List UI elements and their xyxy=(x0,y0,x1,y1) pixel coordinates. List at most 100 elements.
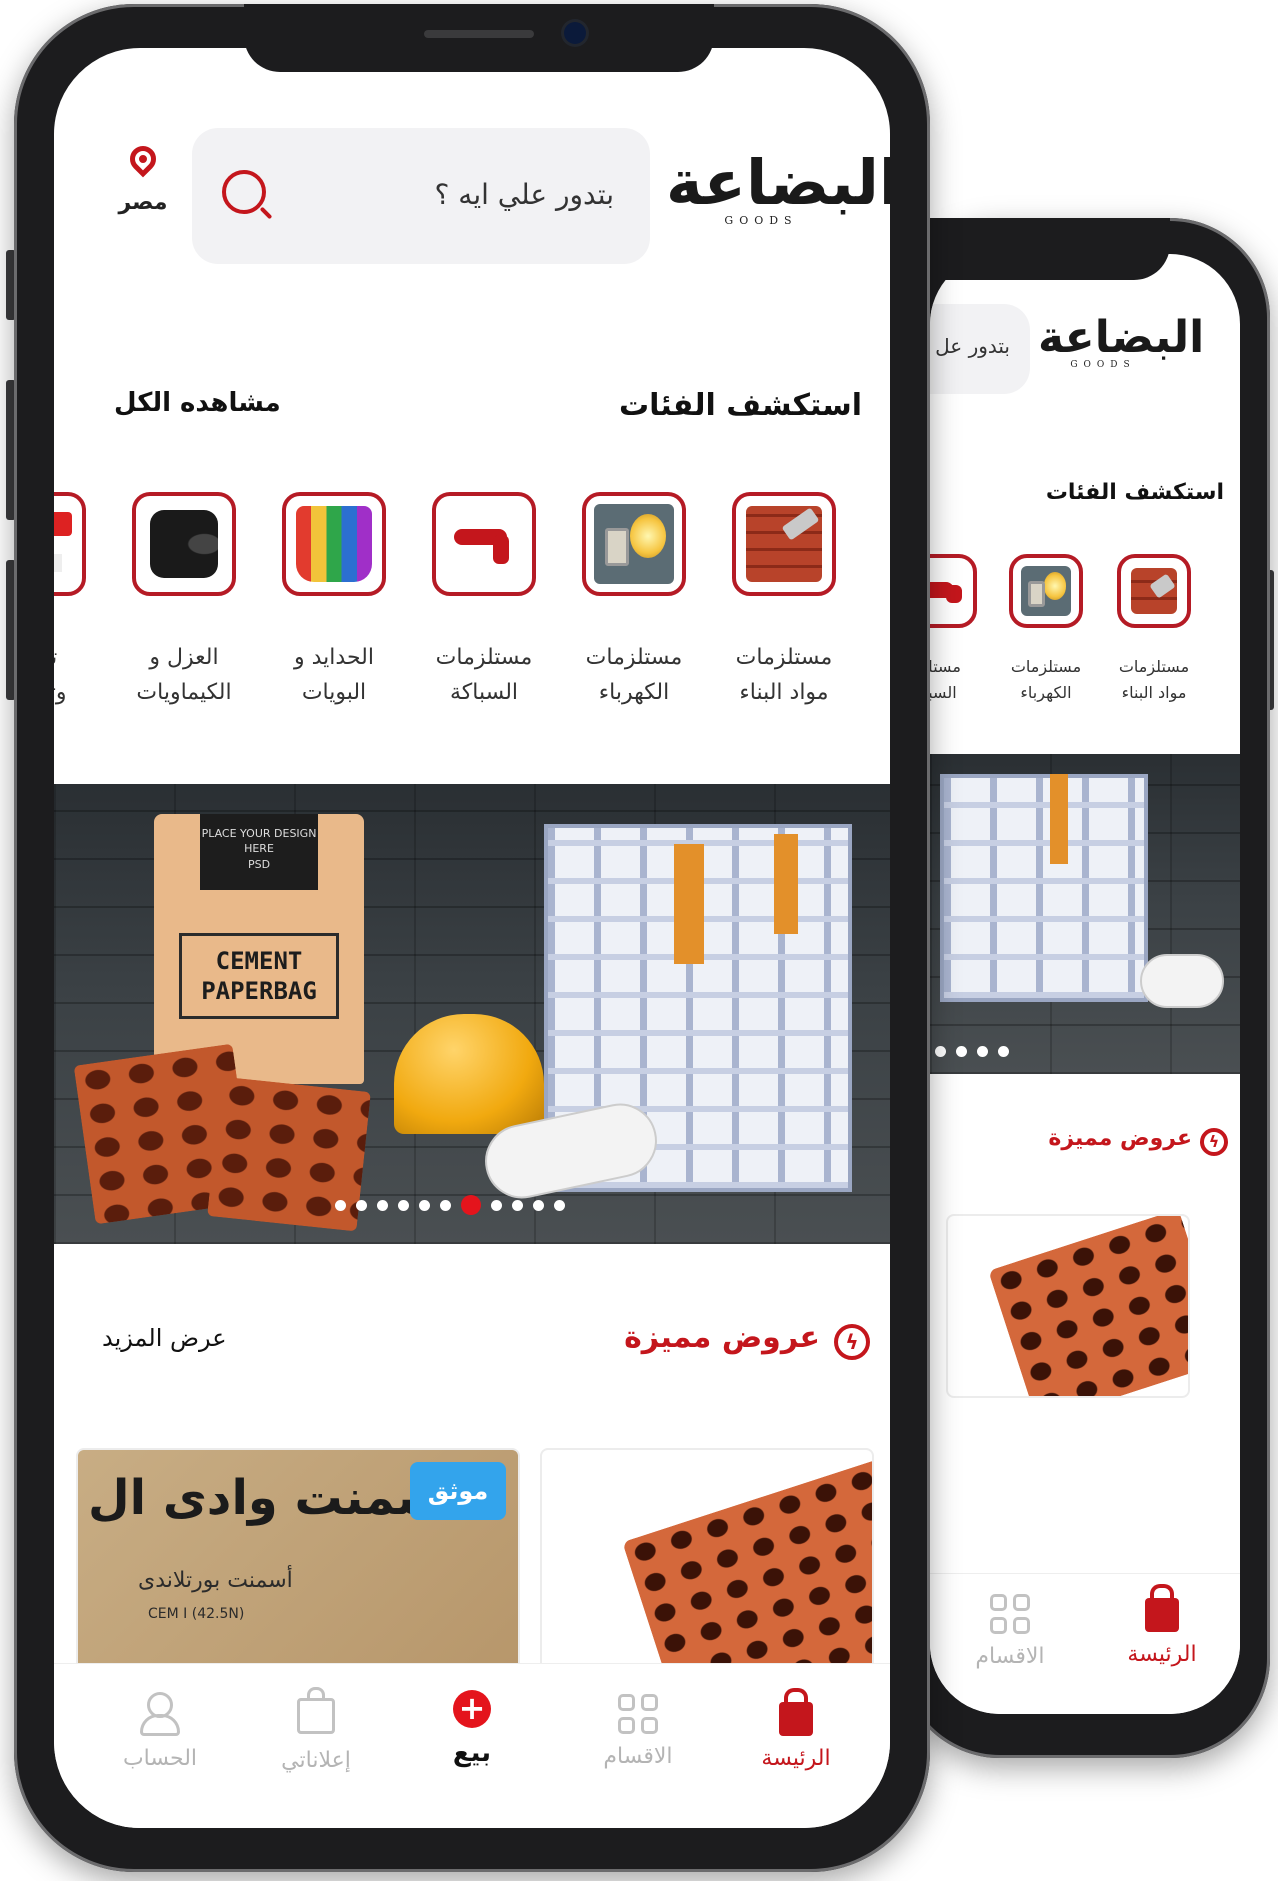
light-bulb-icon xyxy=(1009,554,1083,628)
category-label-line1: تدفئة xyxy=(54,640,99,675)
bricks-trowel-icon xyxy=(732,492,836,596)
grid-icon xyxy=(990,1594,1030,1634)
user-icon xyxy=(140,1692,180,1736)
nav-home-label: الرئيسة xyxy=(761,1746,831,1771)
category-item[interactable]: مستلزمات الكهرباء xyxy=(569,492,699,710)
featured-title-back: عروض مميزة xyxy=(1048,1126,1192,1151)
promo-banner-back[interactable] xyxy=(930,754,1240,1074)
insulation-roll-icon xyxy=(132,492,236,596)
phone-frame-front: مصر بتدور علي ايه ؟ البضاعة GOODS استكشف… xyxy=(14,4,930,1872)
category-label-line2: البويات xyxy=(301,680,367,706)
promo-banner[interactable]: PLACE YOUR DESIGN HERE PSD CEMENT PAPERB… xyxy=(54,784,890,1244)
category-item-back[interactable]: مستلزمات مواد البناء xyxy=(1104,554,1204,705)
category-label-line2: السبا xyxy=(930,682,957,702)
category-label-line2: مواد البناء xyxy=(739,680,829,706)
category-item[interactable]: العزل و الكيماويات xyxy=(119,492,249,710)
category-label-line2: الكهرباء xyxy=(1020,682,1072,702)
helmet-image xyxy=(394,1014,544,1134)
app-logo: البضاعة GOODS xyxy=(666,146,890,228)
grid-icon xyxy=(618,1694,658,1734)
category-item-back[interactable]: مستلز السبا xyxy=(930,554,990,705)
category-item[interactable]: تدفئة وتكييف xyxy=(54,492,99,710)
nav-categories-back[interactable]: الاقسام xyxy=(960,1594,1060,1669)
bottom-nav-back: الرئيسة الاقسام xyxy=(930,1573,1240,1714)
cement-subtitle: أسمنت بورتلاندى xyxy=(138,1568,293,1593)
category-label-line1: مستلزمات xyxy=(1010,657,1082,676)
nav-sell[interactable]: + بيع xyxy=(412,1690,532,1768)
logo-text: البضاعة xyxy=(666,146,890,219)
app-logo-back: البضاعة GOODS xyxy=(1038,312,1205,371)
location-pin-icon xyxy=(124,140,162,178)
air-conditioner-icon xyxy=(54,492,86,596)
category-label-line2: الكيماويات xyxy=(136,680,232,706)
lightning-icon: ϟ xyxy=(834,1324,870,1360)
camera-icon xyxy=(564,22,586,44)
cement-title: أسمنت وادى ال xyxy=(88,1470,461,1526)
bag-text-line1: CEMENT xyxy=(215,946,303,975)
paint-buckets-icon xyxy=(282,492,386,596)
nav-account[interactable]: الحساب xyxy=(100,1692,220,1771)
category-label-line1: مستلزمات xyxy=(735,645,833,670)
water-tap-icon xyxy=(432,492,536,596)
category-label-line1: مستلز xyxy=(930,657,961,676)
category-item[interactable]: الحدايد و البويات xyxy=(269,492,399,710)
category-label-line1: الحدايد و xyxy=(294,645,374,670)
verified-badge: موثق xyxy=(410,1462,506,1520)
phone-frame-back: بتدور عل البضاعة GOODS استكشف الفئات مست… xyxy=(840,218,1270,1758)
category-label-line2: وتكييف xyxy=(54,680,67,706)
nav-sell-label: بيع xyxy=(452,1738,492,1768)
phone-screen-back: بتدور عل البضاعة GOODS استكشف الفئات مست… xyxy=(930,254,1240,1714)
category-item[interactable]: مستلزمات مواد البناء xyxy=(719,492,849,710)
category-label-line1: مستلزمات xyxy=(585,645,683,670)
search-icon[interactable] xyxy=(222,170,266,214)
category-item[interactable]: مستلزمات السباكة xyxy=(419,492,549,710)
nav-categories-label: الاقسام xyxy=(603,1744,673,1769)
cement-spec: CEM I (42.5N) xyxy=(148,1606,245,1622)
shopping-bag-icon xyxy=(1145,1584,1179,1632)
see-more-link[interactable]: عرض المزيد xyxy=(102,1324,227,1352)
cement-bag-image: PLACE YOUR DESIGN HERE PSD CEMENT PAPERB… xyxy=(154,814,364,1084)
featured-title: عروض مميزة xyxy=(624,1320,820,1355)
light-bulb-icon xyxy=(582,492,686,596)
bag-text-line2: PAPERBAG xyxy=(201,976,317,1005)
nav-account-label: الحساب xyxy=(122,1746,198,1771)
nav-categories-label: الاقسام xyxy=(975,1644,1045,1669)
bricks-trowel-icon xyxy=(1117,554,1191,628)
search-placeholder: بتدور علي ايه ؟ xyxy=(434,178,614,211)
category-label-line2: الكهرباء xyxy=(598,680,670,706)
nav-categories[interactable]: الاقسام xyxy=(578,1694,698,1769)
nav-home-back[interactable]: الرئيسة xyxy=(1112,1584,1212,1667)
location-text: مصر xyxy=(118,190,168,215)
category-label-line1: مستلزمات xyxy=(435,645,533,670)
category-item-back[interactable]: مستلزمات الكهرباء xyxy=(996,554,1096,705)
search-placeholder-back: بتدور عل xyxy=(935,334,1010,358)
see-all-link[interactable]: مشاهده الكل xyxy=(114,388,281,418)
carousel-dots-back[interactable] xyxy=(930,1046,1014,1057)
plus-circle-icon: + xyxy=(453,1690,491,1728)
nav-my-ads-label: إعلاناتي xyxy=(281,1748,351,1773)
carousel-dots[interactable] xyxy=(330,1195,570,1215)
nav-home[interactable]: الرئيسة xyxy=(736,1688,856,1771)
category-label-line2: السباكة xyxy=(449,680,519,706)
categories-title-back: استكشف الفئات xyxy=(1045,480,1224,505)
category-label-line2: مواد البناء xyxy=(1121,682,1187,702)
bag-top-text: PLACE YOUR DESIGN HERE xyxy=(201,827,317,856)
logo-text: البضاعة xyxy=(1038,312,1205,363)
location-button[interactable]: مصر xyxy=(98,140,188,215)
shopping-bag-icon xyxy=(779,1688,813,1736)
phone-notch xyxy=(244,4,714,72)
categories-title: استكشف الفئات xyxy=(619,388,862,423)
product-card-back[interactable] xyxy=(946,1214,1190,1398)
water-tap-icon xyxy=(930,554,977,628)
lightning-icon: ϟ xyxy=(1200,1128,1228,1156)
bag-psd-text: PSD xyxy=(247,857,271,871)
phone-screen-front: مصر بتدور علي ايه ؟ البضاعة GOODS استكشف… xyxy=(54,48,890,1828)
search-input[interactable]: بتدور علي ايه ؟ xyxy=(192,128,650,264)
nav-my-ads[interactable]: إعلاناتي xyxy=(256,1687,376,1773)
nav-home-label: الرئيسة xyxy=(1127,1642,1197,1667)
bottom-nav: الرئيسة الاقسام + بيع إعلاناتي الحساب xyxy=(54,1663,890,1828)
search-input-back[interactable]: بتدور عل xyxy=(930,304,1030,394)
bag-outline-icon xyxy=(297,1687,335,1734)
category-label-line1: مستلزمات xyxy=(1118,657,1190,676)
category-label-line1: العزل و xyxy=(149,645,219,670)
